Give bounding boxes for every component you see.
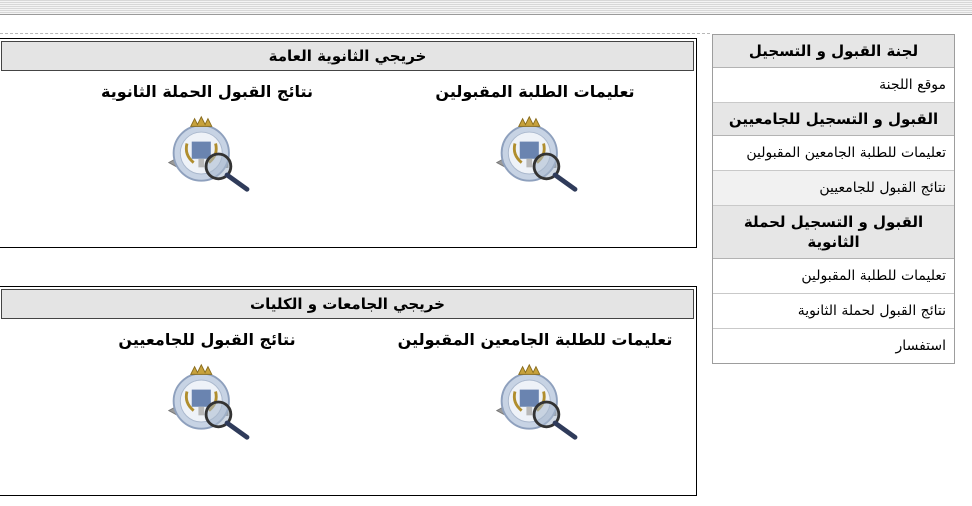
- tile-university-accepted-instructions[interactable]: تعليمات للطلبة الجامعين المقبولين: [385, 329, 685, 443]
- sidebar-item-inquiry[interactable]: استفسار: [713, 329, 954, 363]
- panel-high-school-graduates: خريجي الثانوية العامة تعليمات الطلبة الم…: [0, 38, 697, 248]
- tile-accepted-students-instructions[interactable]: تعليمات الطلبة المقبولين: [385, 81, 685, 195]
- emblem-magnifier-icon[interactable]: [159, 113, 255, 195]
- tile-label[interactable]: تعليمات الطلبة المقبولين: [385, 81, 685, 103]
- tile-high-school-results[interactable]: نتائج القبول الحملة الثانوية: [57, 81, 357, 195]
- sidebar-item-committee-site[interactable]: موقع اللجنة: [713, 68, 954, 103]
- sidebar-nav: لجنة القبول و التسجيل موقع اللجنة القبول…: [712, 34, 955, 364]
- panel-title: خريجي الجامعات و الكليات: [1, 289, 694, 319]
- sidebar-item-university-instructions[interactable]: تعليمات للطلبة الجامعين المقبولين: [713, 136, 954, 171]
- sidebar-header-university: القبول و التسجيل للجامعيين: [713, 103, 954, 136]
- top-border-bar: [0, 0, 972, 15]
- tile-label[interactable]: تعليمات للطلبة الجامعين المقبولين: [385, 329, 685, 351]
- sidebar-header-committee: لجنة القبول و التسجيل: [713, 35, 954, 68]
- emblem-magnifier-icon[interactable]: [159, 361, 255, 443]
- tile-university-results[interactable]: نتائج القبول للجامعيين: [57, 329, 357, 443]
- tile-label[interactable]: نتائج القبول الحملة الثانوية: [57, 81, 357, 103]
- dashed-divider: [0, 33, 710, 34]
- tile-label[interactable]: نتائج القبول للجامعيين: [57, 329, 357, 351]
- sidebar-item-high-school-results[interactable]: نتائج القبول لحملة الثانوية: [713, 294, 954, 329]
- sidebar-item-university-results[interactable]: نتائج القبول للجامعيين: [713, 171, 954, 206]
- emblem-magnifier-icon[interactable]: [487, 361, 583, 443]
- emblem-magnifier-icon[interactable]: [487, 113, 583, 195]
- sidebar-header-high-school: القبول و التسجيل لحملة الثانوية: [713, 206, 954, 259]
- panel-university-graduates: خريجي الجامعات و الكليات تعليمات للطلبة …: [0, 286, 697, 496]
- sidebar-item-accepted-instructions[interactable]: تعليمات للطلبة المقبولين: [713, 259, 954, 294]
- panel-title: خريجي الثانوية العامة: [1, 41, 694, 71]
